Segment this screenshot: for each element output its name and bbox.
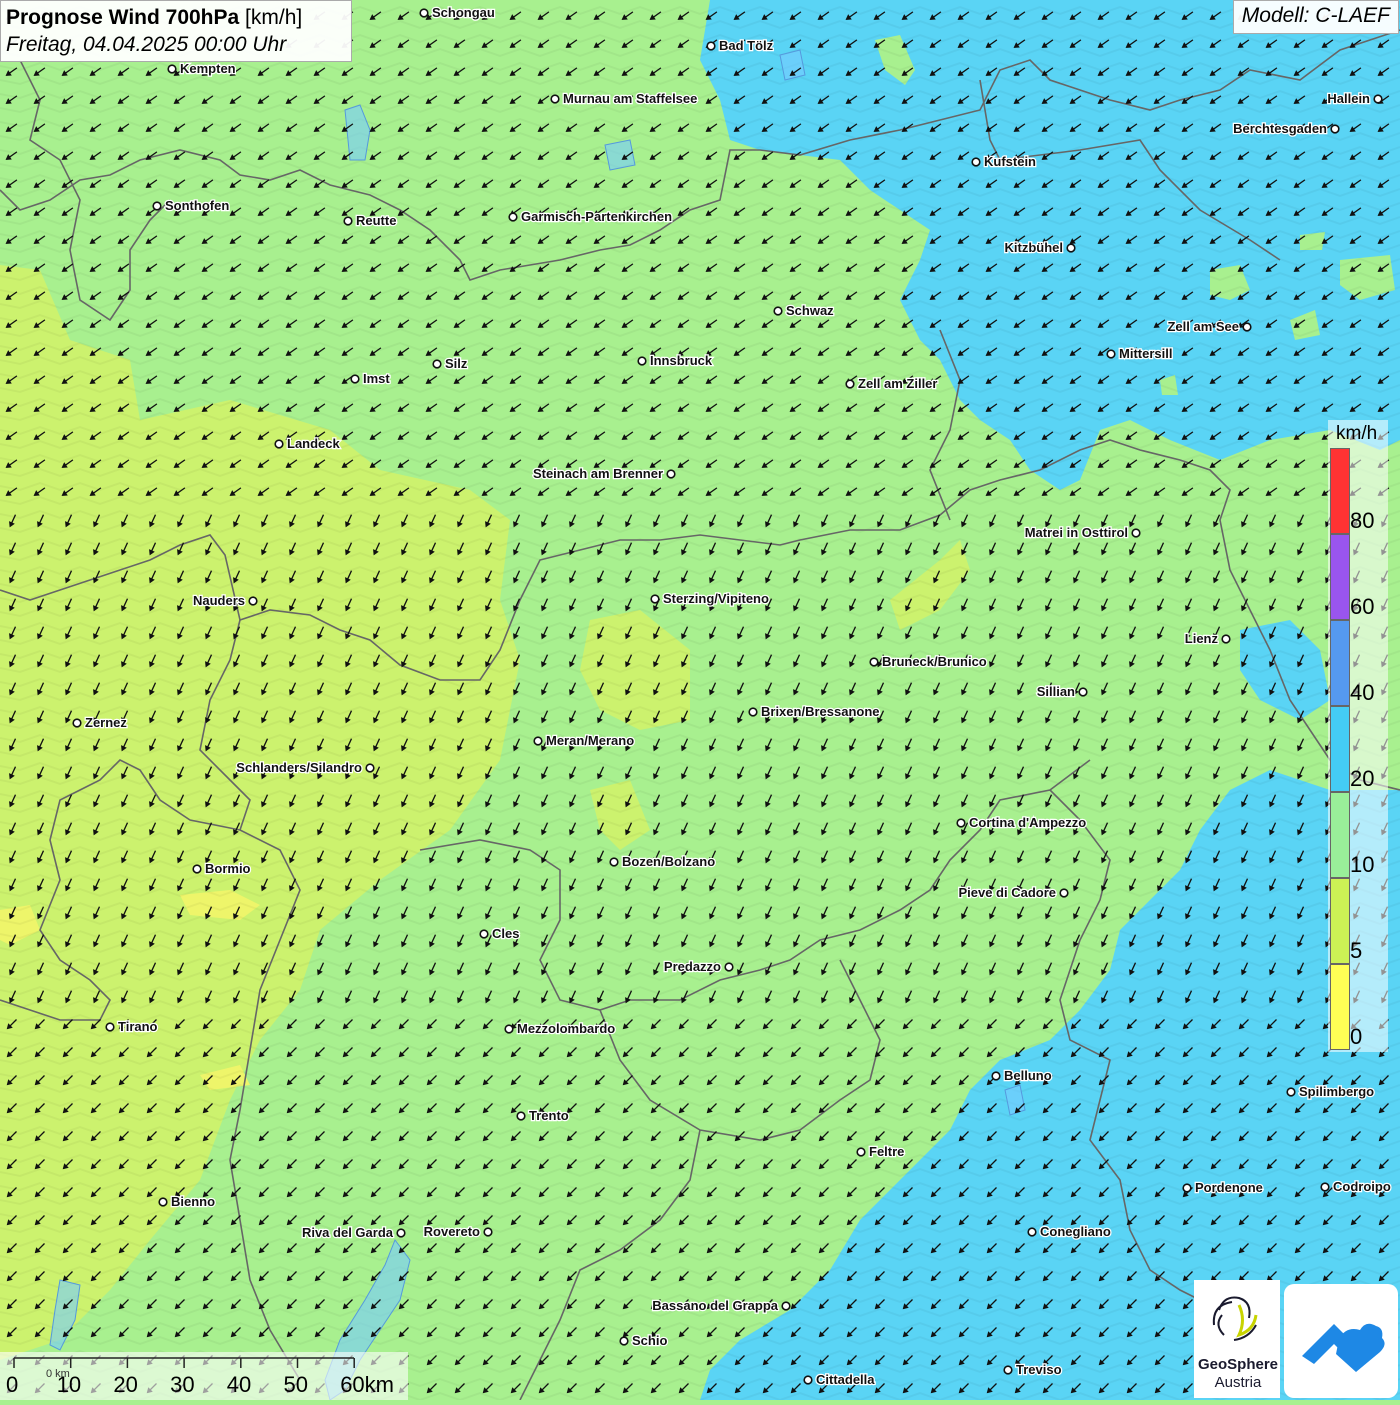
lake-kochel bbox=[604, 139, 636, 171]
wind-map: SchongauBad TölzKemptenMurnau am Staffel… bbox=[0, 0, 1400, 1400]
